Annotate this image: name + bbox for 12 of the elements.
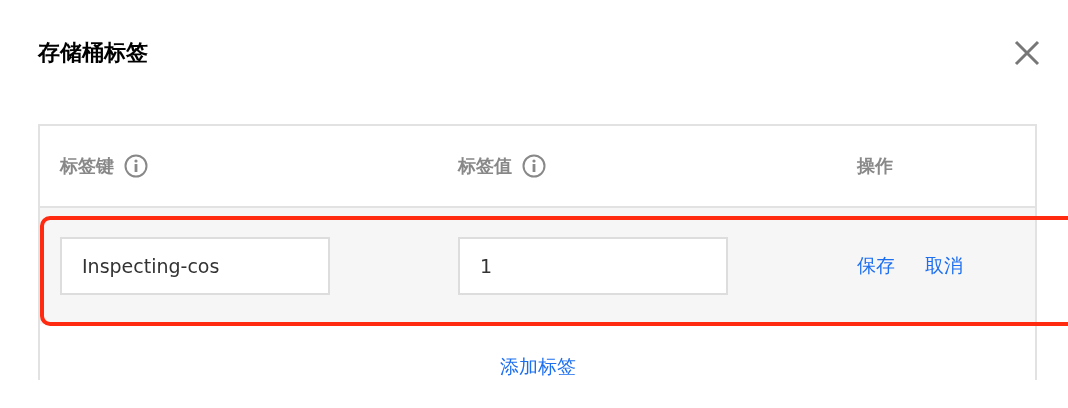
add-tag-link[interactable]: 添加标签 <box>499 354 576 380</box>
close-icon[interactable] <box>1014 40 1040 66</box>
column-header: 标签值 <box>458 154 512 178</box>
info-icon[interactable] <box>522 154 546 178</box>
info-icon[interactable] <box>124 154 148 178</box>
tag-value-input[interactable]: 1 <box>458 237 728 295</box>
column-header: 操作 <box>857 154 893 178</box>
action-link[interactable]: 取消 <box>925 253 963 279</box>
column-header: 标签键 <box>60 154 114 178</box>
dialog-title: 存储桶标签 <box>38 39 148 67</box>
action-link[interactable]: 保存 <box>857 253 895 279</box>
tag-key-input[interactable]: Inspecting-cos <box>60 237 330 295</box>
